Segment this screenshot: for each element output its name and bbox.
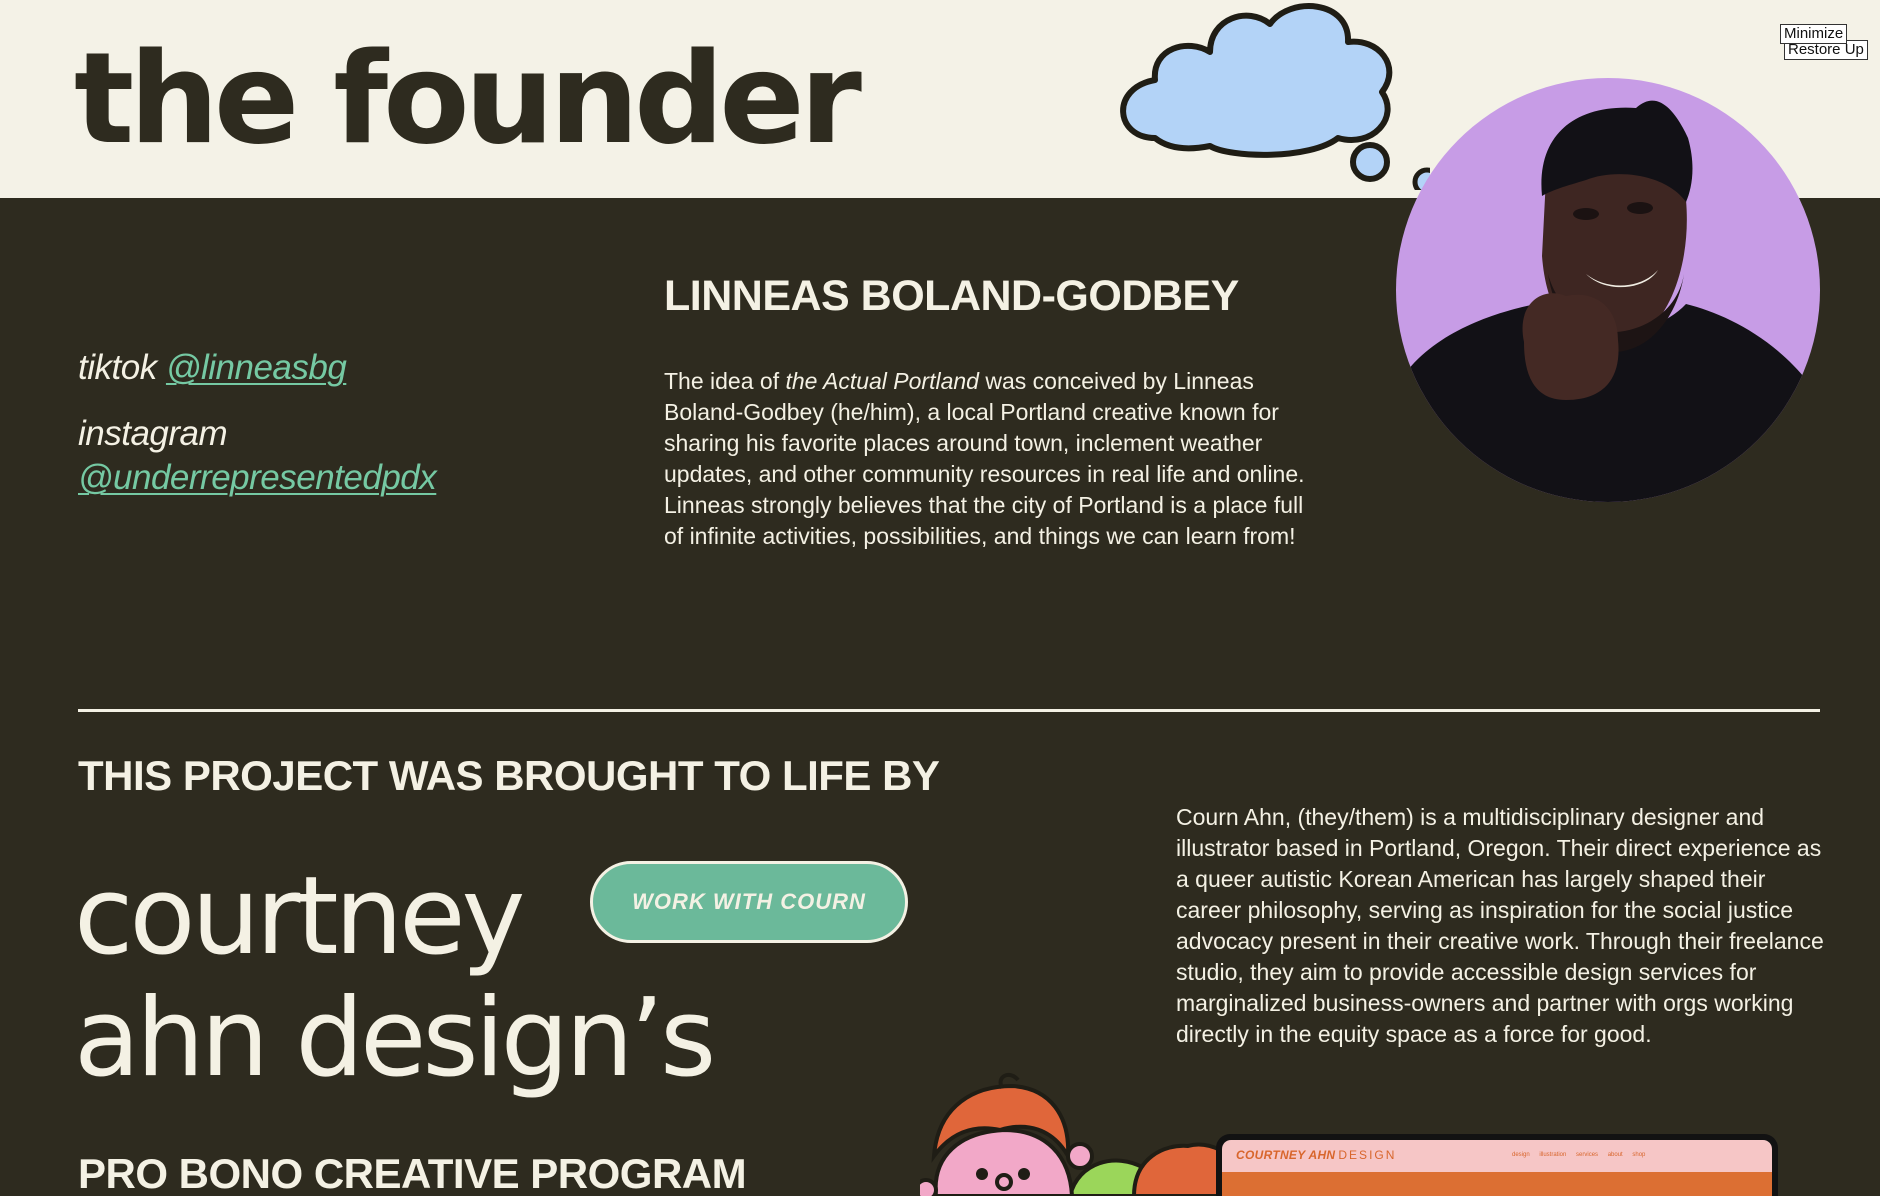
credits-heading: THIS PROJECT WAS BROUGHT TO LIFE BY bbox=[78, 752, 940, 799]
minimize-button[interactable]: Minimize bbox=[1780, 24, 1848, 44]
founder-bio-emphasis: the Actual Portland bbox=[785, 368, 979, 394]
social-platform-label: tiktok bbox=[78, 348, 157, 387]
designer-bio: Courn Ahn, (they/them) is a multidiscipl… bbox=[1176, 804, 1824, 1047]
founder-socials: tiktok @linneasbg instagram @underrepres… bbox=[78, 346, 437, 500]
tiktok-link[interactable]: @linneasbg bbox=[166, 348, 347, 387]
laptop-logo-sub: DESIGN bbox=[1338, 1148, 1397, 1162]
laptop-preview: COURTNEY AHN DESIGN design illustration s… bbox=[1216, 1134, 1778, 1196]
laptop-hero-band bbox=[1222, 1172, 1772, 1196]
laptop-logo-main: COURTNEY AHN bbox=[1236, 1148, 1336, 1162]
founder-bio-start: The idea of bbox=[664, 368, 786, 394]
social-tiktok: tiktok @linneasbg bbox=[78, 346, 436, 390]
program-heading: PRO BONO CREATIVE PROGRAM bbox=[78, 1150, 747, 1196]
work-with-courn-button[interactable]: WORK WITH COURN bbox=[590, 861, 908, 943]
founder-bio-rest: was conceived by Linneas Boland-Godbey (… bbox=[664, 368, 1305, 549]
founder-photo-illustration bbox=[1396, 100, 1820, 502]
founder-bio: The idea of the Actual Portland was conc… bbox=[664, 366, 1314, 552]
window-controls: Restore Up Minimize bbox=[1780, 24, 1876, 70]
laptop-screen: COURTNEY AHN DESIGN design illustration s… bbox=[1222, 1140, 1772, 1196]
founder-name: LINNEAS BOLAND-GODBEY bbox=[664, 272, 1239, 320]
section-divider bbox=[78, 709, 1820, 712]
social-instagram-label: instagram bbox=[78, 414, 228, 453]
founder-portrait bbox=[1396, 78, 1820, 502]
laptop-site-logo: COURTNEY AHN DESIGN bbox=[1236, 1148, 1396, 1162]
thought-cloud-icon bbox=[1120, 3, 1430, 190]
designer-name-line2: ahn design’s bbox=[74, 976, 716, 1101]
social-instagram: @underrepresentedpdx bbox=[78, 456, 437, 500]
instagram-link[interactable]: @underrepresentedpdx bbox=[78, 458, 437, 497]
page-title: the founder bbox=[74, 25, 862, 172]
laptop-site-nav: design illustration services about shop bbox=[1512, 1152, 1646, 1158]
